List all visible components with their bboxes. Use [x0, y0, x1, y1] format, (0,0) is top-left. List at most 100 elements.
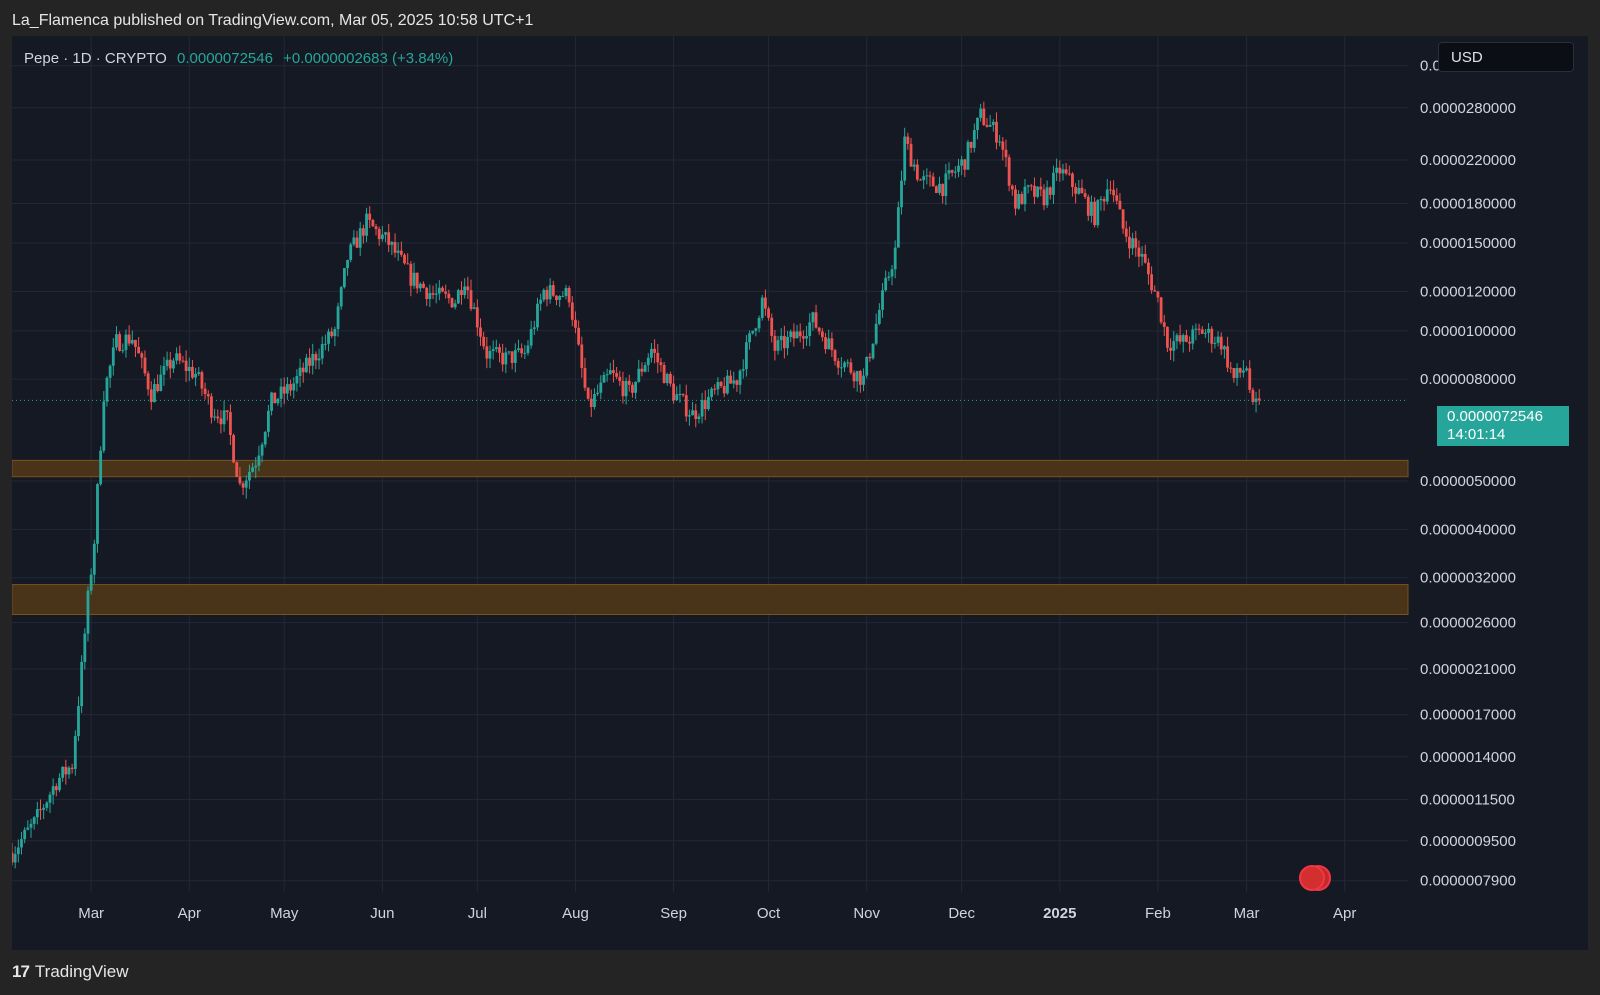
candle-body: [32, 817, 36, 824]
candle-body: [308, 357, 311, 366]
candle-body: [593, 394, 596, 407]
footer-brand[interactable]: TradingView: [35, 962, 129, 982]
candle-body: [1235, 368, 1239, 378]
candle-body: [374, 226, 378, 230]
candle-body: [479, 327, 482, 337]
candle-body: [187, 366, 191, 371]
candle-body: [159, 374, 163, 392]
candle-body: [776, 340, 780, 351]
candle-body: [61, 766, 65, 778]
candle-body: [437, 287, 441, 294]
candle-body: [681, 393, 685, 396]
candle-body: [966, 141, 970, 170]
currency-button[interactable]: USD: [1438, 42, 1574, 72]
candle-body: [1156, 291, 1160, 298]
candle-body: [729, 375, 732, 384]
symbol-label[interactable]: Pepe · 1D · CRYPTO: [24, 50, 167, 67]
candle-body: [919, 179, 922, 181]
candle-body: [555, 295, 558, 301]
candle-body: [289, 384, 292, 391]
candle-body: [412, 272, 416, 286]
candle-body: [1159, 297, 1163, 323]
current-price-value: 0.0000072546: [1447, 408, 1543, 425]
candle-body: [760, 297, 764, 318]
candle-body: [279, 386, 283, 399]
candle-body: [931, 176, 935, 187]
candle-body: [168, 359, 172, 369]
candle-body: [615, 373, 619, 377]
candle-body: [399, 250, 403, 255]
candle-body: [801, 336, 805, 339]
candle-body: [710, 388, 713, 397]
candle-body: [903, 136, 907, 181]
candle-body: [475, 307, 479, 328]
candle-body: [485, 346, 489, 359]
price-chart[interactable]: 0.00003400000.00002800000.00002200000.00…: [12, 36, 1588, 950]
candle-body: [342, 268, 346, 288]
x-tick-label: Jun: [370, 905, 394, 922]
us-flag-icon[interactable]: [1299, 865, 1325, 891]
candle-body: [1210, 328, 1214, 344]
candle-body: [73, 736, 77, 769]
candle-body: [817, 327, 821, 332]
candle-body: [672, 383, 675, 401]
candle-body: [839, 367, 843, 369]
candle-body: [824, 337, 827, 350]
candle-body: [1023, 186, 1027, 205]
candle-body: [229, 412, 232, 436]
candle-body: [1222, 346, 1226, 350]
candle-body: [270, 392, 273, 411]
candle-body: [1128, 236, 1131, 249]
candle-body: [545, 289, 549, 300]
candle-body: [393, 242, 397, 253]
candle-body: [770, 317, 774, 336]
y-tick-label: 0.0000220000: [1420, 152, 1516, 169]
candle-body: [260, 444, 264, 456]
candle-body: [612, 370, 615, 374]
candle-body: [1064, 169, 1068, 174]
candle-body: [786, 336, 789, 349]
candle-body: [637, 368, 641, 382]
y-tick-label: 0.0000150000: [1420, 235, 1516, 252]
candle-body: [396, 250, 400, 253]
candle-body: [779, 335, 783, 341]
candle-body: [311, 353, 315, 366]
candle-body: [406, 263, 410, 265]
y-tick-label: 0.0000017000: [1420, 707, 1516, 724]
candle-body: [833, 350, 837, 361]
candle-body: [843, 362, 846, 368]
candle-body: [887, 276, 891, 278]
candle-body: [1067, 173, 1071, 175]
candle-body: [349, 244, 353, 260]
candle-body: [26, 827, 30, 830]
chart-panel[interactable]: 0.00003400000.00002800000.00002200000.00…: [12, 36, 1588, 950]
candle-body: [1020, 194, 1024, 205]
candle-body: [1014, 189, 1017, 209]
y-tick-label: 0.0000032000: [1420, 570, 1516, 587]
candle-body: [219, 418, 223, 425]
x-tick-label: Dec: [948, 905, 975, 922]
candle-body: [200, 372, 204, 389]
candle-body: [361, 228, 365, 236]
candle-body: [947, 170, 951, 174]
candle-body: [558, 296, 562, 301]
candle-body: [912, 164, 916, 167]
candle-body: [646, 357, 650, 366]
candle-body: [244, 480, 248, 488]
candle-body: [998, 141, 1002, 143]
candle-body: [320, 344, 324, 359]
candle-body: [722, 386, 726, 394]
tradingview-logo-icon[interactable]: 17: [12, 962, 30, 982]
candle-body: [1166, 326, 1169, 348]
candle-body: [1150, 274, 1153, 291]
legend-price: 0.0000072546: [177, 50, 273, 67]
candle-body: [871, 343, 875, 359]
candle-body: [960, 159, 964, 166]
current-price-tag: 0.0000072546 14:01:14: [1437, 406, 1569, 446]
candle-body: [127, 334, 131, 344]
y-tick-label: 0.0000021000: [1420, 661, 1516, 678]
candle-body: [542, 289, 546, 300]
candle-body: [235, 462, 239, 478]
candle-body: [602, 375, 606, 383]
candle-body: [1096, 200, 1100, 226]
